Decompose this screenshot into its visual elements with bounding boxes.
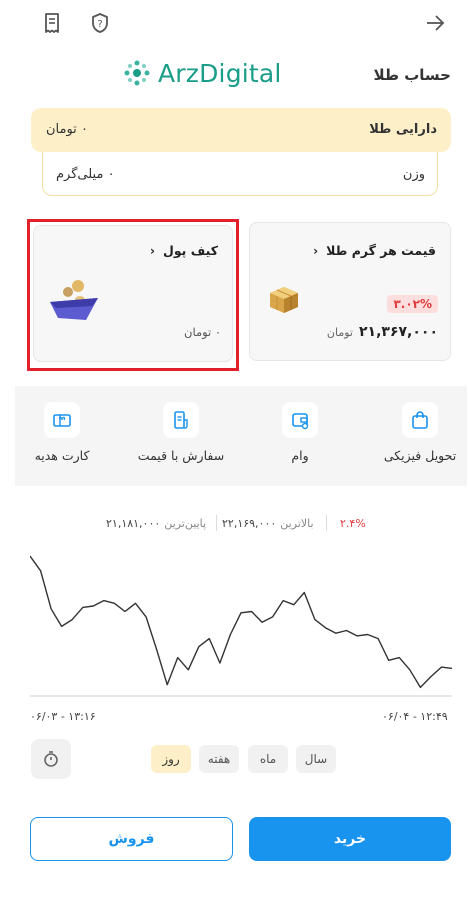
chart-start-time: ۰۶/۰۳ - ۱۳:۱۶	[30, 710, 96, 723]
stat-change: ۲.۴%	[340, 517, 366, 530]
arzdigital-logo: ArzDigital	[122, 58, 282, 88]
stat-high-label: بالاترین	[280, 517, 314, 530]
gold-bars-icon	[266, 279, 302, 319]
service-order-by-price[interactable]: سفارش با قیمت	[135, 402, 227, 463]
period-day[interactable]: روز	[151, 745, 191, 773]
sell-button[interactable]: فروش	[30, 817, 233, 861]
stat-low-label: پایین‌ترین	[164, 517, 206, 530]
gold-assets-value: ۰ تومان	[46, 122, 88, 137]
chevron-left-icon: ‹	[150, 243, 155, 258]
price-card-title: قیمت هر گرم طلا ‹	[313, 243, 436, 258]
service-gift-card[interactable]: کارت هدیه	[26, 402, 98, 463]
page-title: حساب طلا	[373, 66, 451, 84]
gift-card-icon	[44, 402, 80, 438]
receipt-icon	[163, 402, 199, 438]
chevron-left-icon: ‹	[313, 243, 319, 258]
service-label: وام	[291, 448, 309, 463]
logo-mark-icon	[124, 60, 150, 86]
wallet-value: ۰ تومان	[184, 325, 222, 339]
service-loan[interactable]: وام	[270, 402, 330, 463]
stat-high-value: ۲۲,۱۶۹,۰۰۰	[222, 517, 277, 530]
price-value: ۲۱,۳۶۷,۰۰۰	[359, 324, 438, 340]
stat-high: بالاترین ۲۲,۱۶۹,۰۰۰	[222, 517, 314, 530]
gold-price-card[interactable]: قیمت هر گرم طلا ‹ ۳.۰۲% ۲۱,۳۶۷,۰۰۰ تومان	[249, 222, 451, 361]
period-week[interactable]: هفته	[199, 745, 239, 773]
wallet-card-title-text: کیف پول	[163, 243, 218, 258]
logo-text: ArzDigital	[158, 58, 282, 88]
period-month[interactable]: ماه	[248, 745, 288, 773]
price-series-line	[30, 555, 452, 689]
stat-low: پایین‌ترین ۲۱,۱۸۱,۰۰۰	[106, 517, 206, 530]
price-change-badge: ۳.۰۲%	[387, 295, 438, 313]
wallet-card-title: کیف پول ‹	[150, 243, 218, 258]
service-physical-delivery[interactable]: تحویل فیزیکی	[380, 402, 460, 463]
wallet-icon	[282, 402, 318, 438]
svg-text:?: ?	[97, 19, 102, 30]
buy-button[interactable]: خرید	[249, 817, 451, 861]
price-card-title-text: قیمت هر گرم طلا	[326, 243, 436, 258]
weight-value: ۰ میلی‌گرم	[56, 167, 115, 182]
receipt-icon[interactable]	[40, 11, 64, 35]
wallet-coins-icon	[46, 276, 102, 328]
back-arrow-icon[interactable]	[423, 11, 447, 35]
stopwatch-icon	[44, 751, 58, 767]
chart-end-time: ۰۶/۰۴ - ۱۲:۴۹	[382, 710, 448, 723]
timer-button[interactable]	[31, 739, 71, 779]
shield-help-icon[interactable]: ?	[88, 11, 112, 35]
period-year[interactable]: سال	[296, 745, 336, 773]
service-label: تحویل فیزیکی	[383, 448, 457, 463]
gold-assets-label: دارایی طلا	[369, 122, 437, 137]
bag-icon	[402, 402, 438, 438]
price-chart[interactable]	[30, 550, 452, 700]
service-label: سفارش با قیمت	[137, 448, 225, 463]
stat-divider	[216, 515, 217, 531]
stat-low-value: ۲۱,۱۸۱,۰۰۰	[106, 517, 161, 530]
weight-label: وزن	[402, 167, 425, 182]
stat-divider	[326, 515, 327, 531]
wallet-card[interactable]: کیف پول ‹ ۰ تومان	[33, 225, 233, 362]
price-value-row: ۲۱,۳۶۷,۰۰۰ تومان	[327, 324, 438, 340]
price-unit: تومان	[326, 326, 353, 339]
service-label: کارت هدیه	[34, 448, 90, 463]
